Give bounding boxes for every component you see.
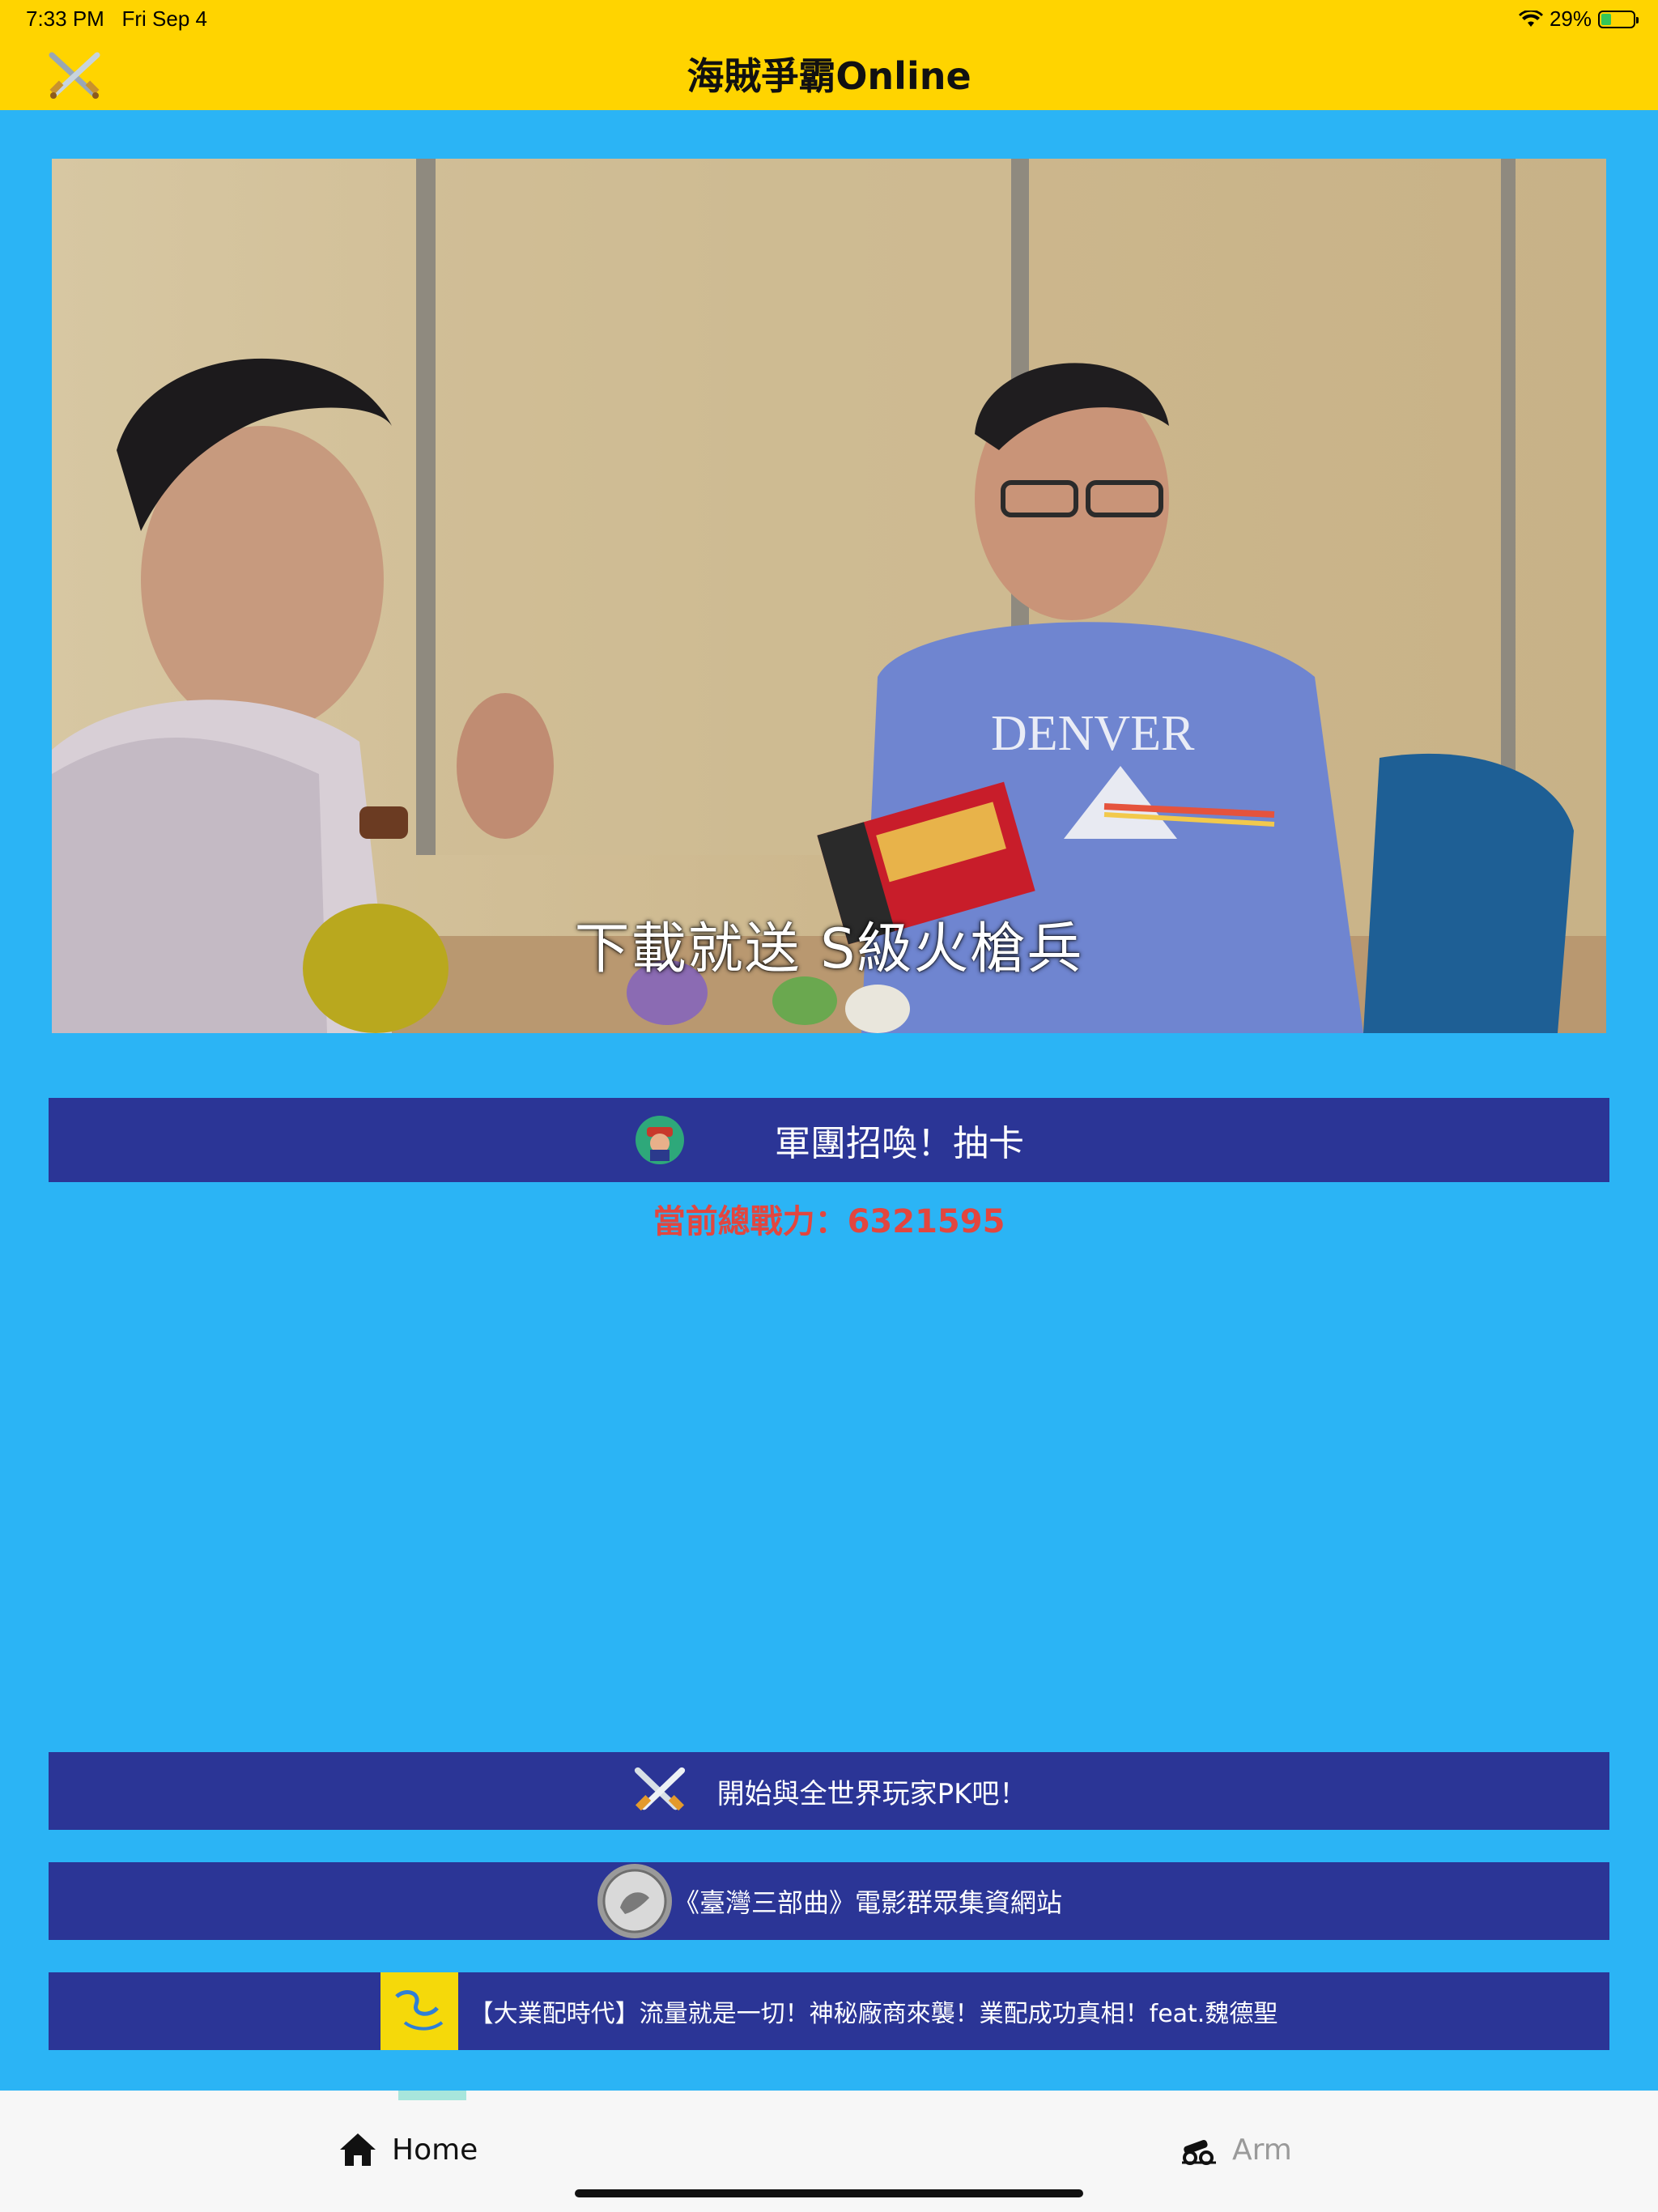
tab-arm-label: Arm	[1232, 2133, 1292, 2167]
active-tab-indicator	[398, 2091, 466, 2100]
tab-arm[interactable]: Arm	[1179, 2121, 1292, 2178]
coin-logo-icon	[597, 1864, 672, 1938]
wifi-icon	[1518, 10, 1543, 27]
video-caption: 下載就送 S級火槍兵	[574, 917, 1084, 981]
status-bar-right: 29%	[1518, 6, 1639, 32]
page-title: 海賊爭霸Online	[687, 54, 971, 98]
ad-label: 【大業配時代】流量就是一切！神秘廠商來襲！業配成功真相！feat.魏德聖	[469, 2000, 1278, 2028]
total-power-text: 當前總戰力：6321595	[653, 1203, 1005, 1240]
status-bar-time: 7:33 PM Fri Sep 4	[26, 6, 207, 32]
pirate-avatar-icon	[636, 1116, 684, 1164]
movie-fundraising-button[interactable]: 《臺灣三部曲》電影群眾集資網站	[49, 1862, 1609, 1940]
video-frame: DENVER	[52, 159, 1606, 1033]
status-time: 7:33 PM	[26, 6, 104, 31]
home-indicator[interactable]	[575, 2189, 1083, 2197]
cannon-icon	[1182, 2139, 1216, 2165]
movie-label: 《臺灣三部曲》電影群眾集資網站	[673, 1887, 1062, 1918]
summon-label: 軍團招喚！抽卡	[775, 1123, 1024, 1164]
home-icon	[340, 2133, 376, 2166]
thumbnail-icon	[380, 1972, 458, 2050]
summon-button[interactable]: 軍團招喚！抽卡	[49, 1098, 1609, 1182]
promo-video[interactable]: DENVER 下載就送 S級火槍兵	[52, 159, 1606, 1033]
pk-button[interactable]: 開始與全世界玩家PK吧！	[49, 1752, 1609, 1830]
battery-percent: 29%	[1549, 6, 1592, 31]
status-date: Fri Sep 4	[121, 6, 208, 31]
crossed-swords-icon	[634, 1767, 685, 1811]
pk-label: 開始與全世界玩家PK吧！	[716, 1777, 1027, 1810]
ad-video-button[interactable]: 【大業配時代】流量就是一切！神秘廠商來襲！業配成功真相！feat.魏德聖	[49, 1972, 1609, 2050]
tab-home[interactable]: Home	[338, 2121, 478, 2178]
tab-home-label: Home	[392, 2133, 478, 2167]
shirt-text: DENVER	[991, 706, 1195, 761]
battery-icon	[1598, 10, 1639, 28]
